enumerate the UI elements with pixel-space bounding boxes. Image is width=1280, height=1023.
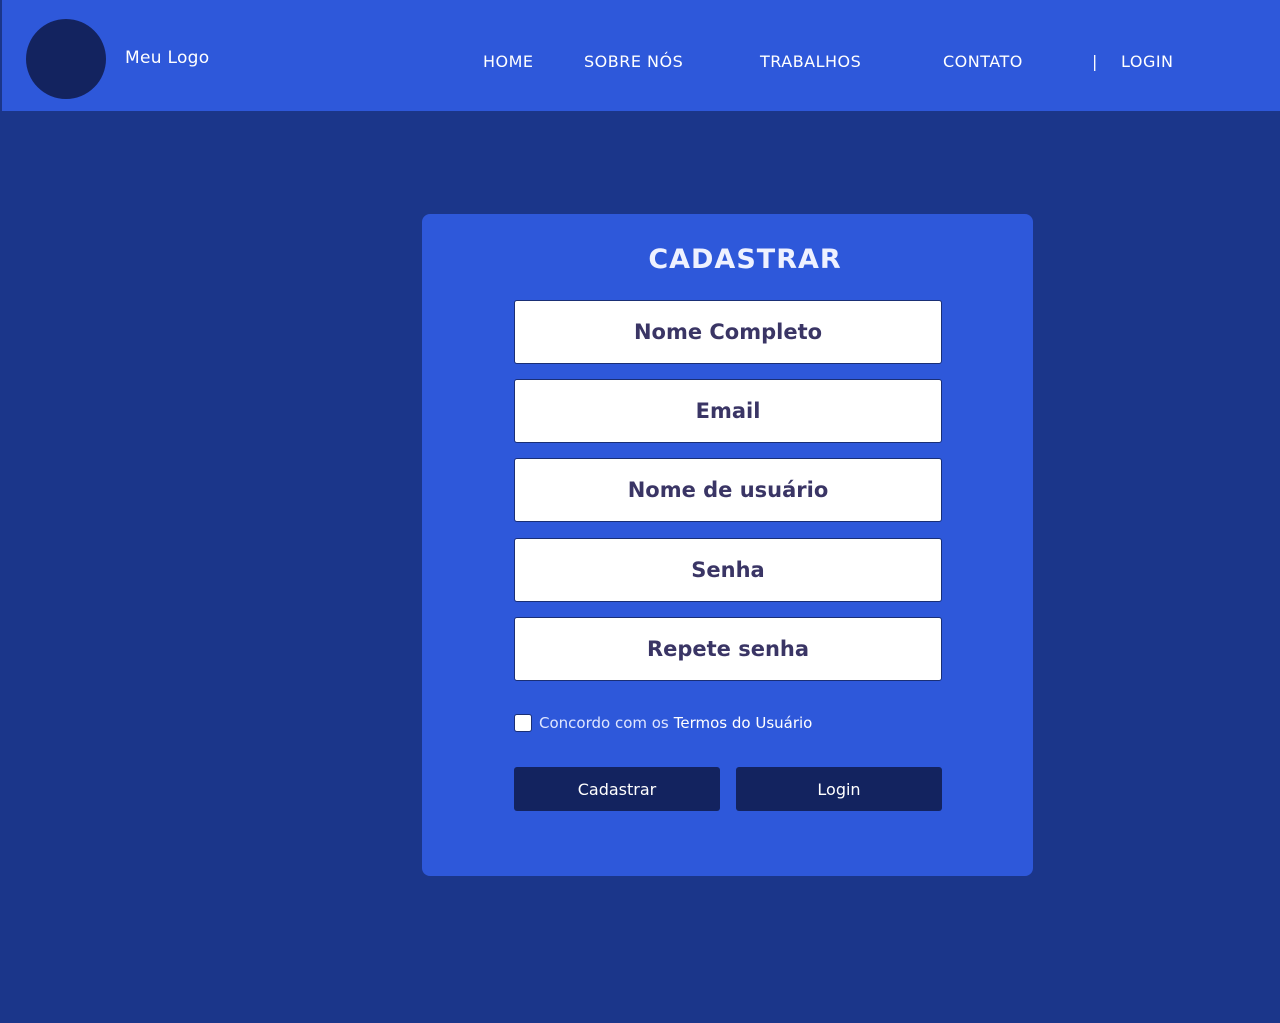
nav-contato[interactable]: CONTATO: [943, 52, 1023, 71]
terms-row: Concordo com os Termos do Usuário: [514, 712, 812, 734]
terms-checkbox[interactable]: [514, 714, 532, 732]
nav-sobre-nos[interactable]: SOBRE NÓS: [584, 52, 683, 71]
logo-circle-icon[interactable]: [26, 19, 106, 99]
password-input[interactable]: [514, 538, 942, 602]
nav-trabalhos[interactable]: TRABALHOS: [760, 52, 861, 71]
username-input[interactable]: [514, 458, 942, 522]
nav-home[interactable]: HOME: [483, 52, 534, 71]
terms-text: Concordo com os: [539, 714, 669, 732]
register-title: CADASTRAR: [648, 244, 842, 275]
register-card: CADASTRAR Concordo com os Termos do Usuá…: [422, 214, 1033, 876]
logo-text[interactable]: Meu Logo: [125, 48, 209, 68]
email-input[interactable]: [514, 379, 942, 443]
top-navbar: Meu Logo HOME SOBRE NÓS TRABALHOS CONTAT…: [2, 0, 1280, 111]
repeat-password-input[interactable]: [514, 617, 942, 681]
register-button[interactable]: Cadastrar: [514, 767, 720, 811]
terms-link[interactable]: Termos do Usuário: [674, 714, 813, 732]
login-button[interactable]: Login: [736, 767, 942, 811]
nav-login[interactable]: LOGIN: [1121, 52, 1174, 71]
nav-separator: |: [1092, 52, 1098, 71]
full-name-input[interactable]: [514, 300, 942, 364]
